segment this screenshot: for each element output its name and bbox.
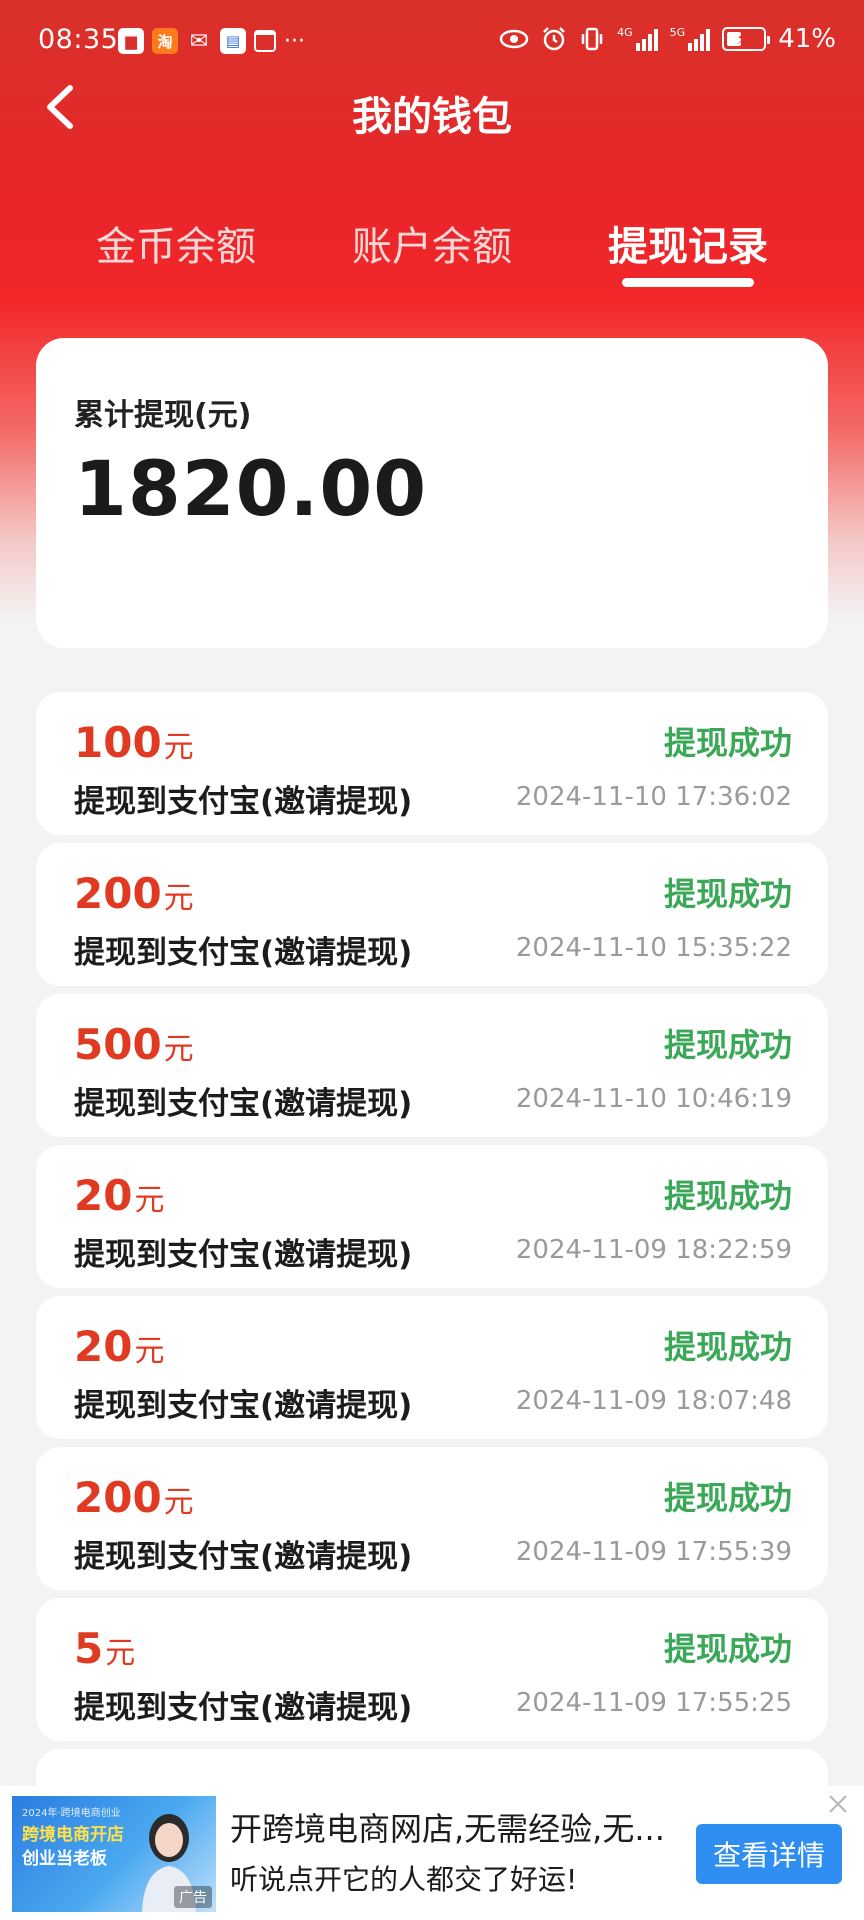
record-status: 提现成功 [663,1479,792,1517]
record-time: 2024-11-10 15:35:22 [515,933,792,963]
status-time: 08:35 [38,24,119,55]
record-amount: 20元 [74,1171,165,1220]
summary-card: 累计提现(元) 1820.00 [36,338,828,648]
record-time: 2024-11-10 10:46:19 [515,1084,792,1114]
record-amount: 20元 [74,1322,165,1371]
record-time: 2024-11-09 17:55:39 [515,1537,792,1567]
record-amount: 100元 [74,718,194,767]
record-status: 提现成功 [663,1026,792,1064]
battery-icon: ⚡ [722,27,771,51]
record-status: 提现成功 [663,875,792,913]
record-description: 提现到支付宝(邀请提现) [74,1690,413,1726]
close-icon[interactable] [826,1792,850,1816]
tab-withdraw-records[interactable]: 提现记录 [588,214,788,272]
ad-banner[interactable]: 2024年·跨境电商创业 跨境电商开店 创业当老板 广告 开跨境电商网店,无需经… [0,1786,864,1920]
status-bar: 08:35 ▆ 淘 ✉ ▤ ··· 4G 5G ⚡ 41% [0,0,864,84]
record-status: 提现成功 [663,1328,792,1366]
record-item[interactable]: 200元 提现成功 提现到支付宝(邀请提现) 2024-11-09 17:55:… [36,1447,828,1590]
eye-icon [499,29,529,49]
record-description: 提现到支付宝(邀请提现) [74,935,413,971]
record-status: 提现成功 [663,1630,792,1668]
alarm-icon [543,27,566,51]
record-description: 提现到支付宝(邀请提现) [74,1086,413,1122]
wechat-icon: ✉ [189,28,209,54]
ad-label: 广告 [174,1886,212,1908]
record-amount: 200元 [74,1473,194,1522]
tab-account-balance[interactable]: 账户余额 [332,214,532,272]
record-description: 提现到支付宝(邀请提现) [74,1388,413,1424]
battery-percent: 41% [778,24,836,54]
record-item[interactable]: 20元 提现成功 提现到支付宝(邀请提现) 2024-11-09 18:07:4… [36,1296,828,1439]
notification-app-icon: ▆ [118,28,144,54]
signal-5g: 5G [670,27,711,51]
ad-subtitle[interactable]: 听说点开它的人都交了好运! [230,1858,577,1898]
record-item[interactable]: 500元 提现成功 提现到支付宝(邀请提现) 2024-11-10 10:46:… [36,994,828,1137]
signal-icon [635,27,658,51]
record-item[interactable]: 20元 提现成功 提现到支付宝(邀请提现) 2024-11-09 18:22:5… [36,1145,828,1288]
vibrate-icon [581,27,603,51]
record-description: 提现到支付宝(邀请提现) [74,784,413,820]
tab-coin-balance[interactable]: 金币余额 [76,214,276,272]
record-description: 提现到支付宝(邀请提现) [74,1237,413,1273]
ad-image[interactable]: 2024年·跨境电商创业 跨境电商开店 创业当老板 广告 [12,1796,216,1912]
active-tab-indicator [622,278,754,287]
page-title: 我的钱包 [352,94,512,140]
record-item[interactable]: 100元 提现成功 提现到支付宝(邀请提现) 2024-11-10 17:36:… [36,692,828,835]
more-icon: ··· [284,28,305,54]
record-status: 提现成功 [663,724,792,762]
record-status: 提现成功 [663,1177,792,1215]
record-time: 2024-11-09 17:55:25 [515,1688,792,1718]
total-withdraw-value: 1820.00 [74,444,428,533]
record-item[interactable]: 5元 提现成功 提现到支付宝(邀请提现) 2024-11-09 17:55:25 [36,1598,828,1741]
notification-icons: ▆ 淘 ✉ ▤ ··· [118,28,305,54]
calendar-icon [254,30,276,52]
charging-icon: ⚡ [736,29,748,48]
signal-icon [688,27,711,51]
ad-view-details-button[interactable]: 查看详情 [696,1824,842,1884]
status-right: 4G 5G ⚡ 41% [499,24,836,54]
record-amount: 200元 [74,869,194,918]
record-amount: 5元 [74,1624,136,1673]
record-time: 2024-11-09 18:07:48 [515,1386,792,1416]
record-time: 2024-11-09 18:22:59 [515,1235,792,1265]
record-item[interactable]: 200元 提现成功 提现到支付宝(邀请提现) 2024-11-10 15:35:… [36,843,828,986]
signal-4g: 4G [617,27,658,51]
record-amount: 500元 [74,1020,194,1069]
ad-title[interactable]: 开跨境电商网店,无需经验,无... [230,1804,670,1850]
record-description: 提现到支付宝(邀请提现) [74,1539,413,1575]
total-withdraw-label: 累计提现(元) [74,398,252,433]
record-time: 2024-11-10 17:36:02 [515,782,792,812]
document-icon: ▤ [220,28,246,54]
taobao-icon: 淘 [152,28,178,54]
